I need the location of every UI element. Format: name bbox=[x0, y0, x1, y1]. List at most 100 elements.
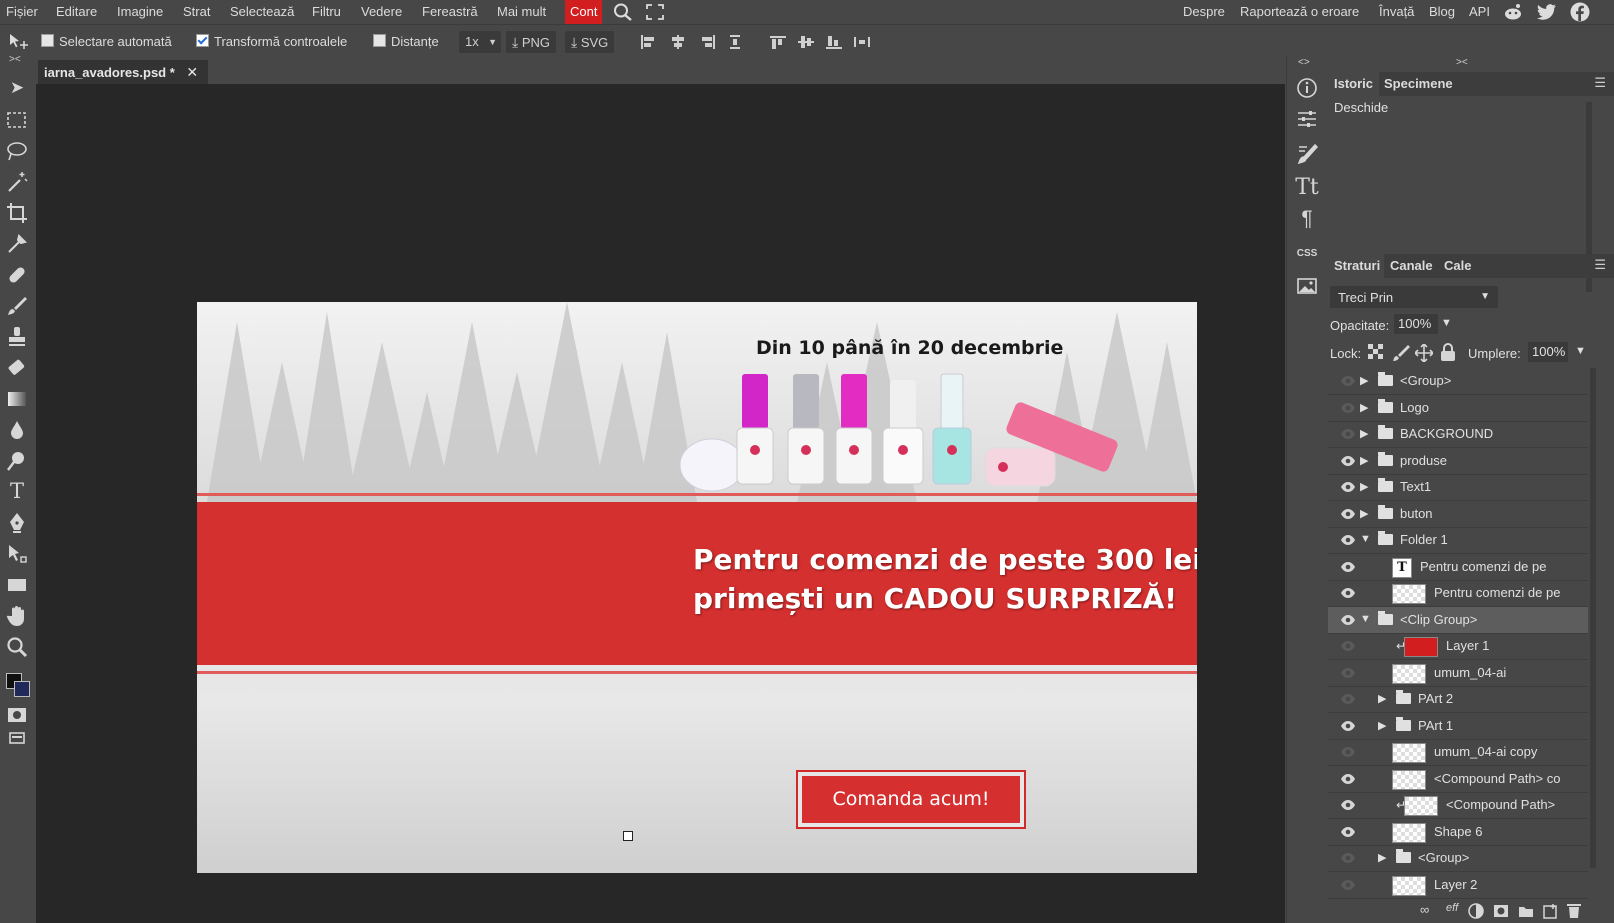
link-api[interactable]: API bbox=[1469, 0, 1490, 24]
layer-row[interactable]: ▶ Logo bbox=[1328, 395, 1588, 422]
chevron-down-icon[interactable]: ▼ bbox=[1360, 613, 1371, 625]
blur-tool-icon[interactable] bbox=[5, 418, 29, 442]
layer-row[interactable]: ▶ produse bbox=[1328, 448, 1588, 475]
tab-layers[interactable]: Straturi bbox=[1328, 254, 1384, 278]
visibility-eye-icon[interactable] bbox=[1340, 455, 1356, 467]
distribute-horizontal-icon[interactable] bbox=[854, 35, 870, 49]
visibility-eye-icon[interactable] bbox=[1340, 720, 1356, 732]
chevron-right-icon[interactable]: ▶ bbox=[1360, 454, 1368, 467]
zoom-tool-icon[interactable] bbox=[5, 635, 29, 659]
layer-row[interactable]: ↵ Layer 1 bbox=[1328, 633, 1588, 660]
visibility-eye-icon[interactable] bbox=[1340, 561, 1356, 573]
eraser-tool-icon[interactable] bbox=[5, 356, 29, 380]
search-icon[interactable] bbox=[613, 3, 633, 21]
layer-row[interactable]: ▶ buton bbox=[1328, 501, 1588, 528]
visibility-eye-icon[interactable] bbox=[1340, 508, 1356, 520]
layer-row[interactable]: ▶ <Group> bbox=[1328, 845, 1588, 872]
align-left-icon[interactable] bbox=[640, 35, 656, 49]
paragraph-icon[interactable]: ¶ bbox=[1295, 207, 1319, 231]
new-folder-icon[interactable] bbox=[1518, 903, 1534, 919]
fill-input[interactable]: 100% bbox=[1528, 342, 1568, 362]
quick-mask-icon[interactable] bbox=[5, 703, 29, 727]
chevron-right-icon[interactable]: ▶ bbox=[1360, 427, 1368, 440]
cta-button[interactable]: Comanda acum! bbox=[796, 770, 1026, 829]
history-item-open[interactable]: Deschide bbox=[1334, 100, 1388, 115]
align-right-icon[interactable] bbox=[700, 35, 716, 49]
css-icon[interactable]: CSS bbox=[1295, 242, 1319, 266]
menu-filter[interactable]: Filtru bbox=[312, 0, 341, 24]
menu-edit[interactable]: Editare bbox=[56, 0, 97, 24]
layer-row[interactable]: T Pentru comenzi de pe bbox=[1328, 554, 1588, 581]
layer-mask-icon[interactable] bbox=[1493, 903, 1509, 919]
tab-history[interactable]: Istoric bbox=[1328, 72, 1380, 96]
adjustments-icon[interactable] bbox=[1295, 107, 1319, 131]
blend-mode-select[interactable]: Treci Prin ▼ bbox=[1330, 286, 1498, 308]
visibility-eye-icon[interactable] bbox=[1340, 402, 1356, 414]
visibility-eye-icon[interactable] bbox=[1340, 773, 1356, 785]
visibility-eye-icon[interactable] bbox=[1340, 667, 1356, 679]
transform-handle[interactable] bbox=[623, 831, 633, 841]
crop-tool-icon[interactable] bbox=[5, 201, 29, 225]
layer-row[interactable]: Shape 6 bbox=[1328, 819, 1588, 846]
tab-channels[interactable]: Canale bbox=[1384, 254, 1439, 278]
link-learn[interactable]: Învață bbox=[1379, 0, 1414, 24]
visibility-eye-icon[interactable] bbox=[1340, 799, 1356, 811]
visibility-eye-icon[interactable] bbox=[1340, 375, 1356, 387]
image-icon[interactable] bbox=[1295, 274, 1319, 298]
background-color-swatch[interactable] bbox=[14, 681, 30, 697]
panel-menu-icon[interactable]: ☰ bbox=[1594, 75, 1606, 91]
layer-row[interactable]: umum_04-ai copy bbox=[1328, 739, 1588, 766]
lasso-tool-icon[interactable] bbox=[5, 139, 29, 163]
transform-controls-checkbox[interactable] bbox=[196, 34, 209, 47]
visibility-eye-icon[interactable] bbox=[1340, 879, 1356, 891]
zoom-select[interactable]: 1x ▼ bbox=[459, 31, 501, 53]
layer-row[interactable]: umum_04-ai bbox=[1328, 660, 1588, 687]
collapse-arrows-icon[interactable]: >< bbox=[9, 54, 21, 65]
chevron-right-icon[interactable]: ▶ bbox=[1378, 719, 1386, 732]
layer-row[interactable]: ▶ PArt 2 bbox=[1328, 686, 1588, 713]
tab-paths[interactable]: Cale bbox=[1438, 254, 1477, 278]
menu-view[interactable]: Vedere bbox=[361, 0, 402, 24]
dodge-tool-icon[interactable] bbox=[5, 449, 29, 473]
panel-menu-icon[interactable]: ☰ bbox=[1594, 257, 1606, 273]
lock-pixels-icon[interactable] bbox=[1392, 344, 1410, 362]
align-center-icon[interactable] bbox=[670, 35, 686, 49]
brush-settings-icon[interactable] bbox=[1295, 142, 1319, 166]
eyedropper-icon[interactable] bbox=[5, 232, 29, 256]
visibility-eye-icon[interactable] bbox=[1340, 614, 1356, 626]
menu-image[interactable]: Imagine bbox=[117, 0, 163, 24]
layer-row[interactable]: ↵ <Compound Path> bbox=[1328, 792, 1588, 819]
chevron-right-icon[interactable]: ▶ bbox=[1378, 851, 1386, 864]
layers-scrollbar[interactable] bbox=[1590, 368, 1596, 868]
menu-layer[interactable]: Strat bbox=[183, 0, 210, 24]
screen-mode-icon[interactable] bbox=[5, 726, 29, 750]
chevron-right-icon[interactable]: ▶ bbox=[1360, 480, 1368, 493]
visibility-eye-icon[interactable] bbox=[1340, 587, 1356, 599]
character-icon[interactable]: Tt bbox=[1295, 176, 1319, 200]
rectangle-tool-icon[interactable] bbox=[5, 573, 29, 597]
visibility-eye-icon[interactable] bbox=[1340, 481, 1356, 493]
chevron-right-icon[interactable]: ▶ bbox=[1360, 401, 1368, 414]
export-png-button[interactable]: ⤓ PNG bbox=[506, 31, 556, 53]
banner-canvas[interactable]: Din 10 până în 20 decembrie Pentru comen… bbox=[197, 302, 1197, 873]
layer-row[interactable]: <Compound Path> co bbox=[1328, 766, 1588, 793]
align-middle-icon[interactable] bbox=[798, 35, 814, 49]
auto-select-option[interactable]: Selectare automată bbox=[41, 33, 172, 51]
close-icon[interactable]: ✕ bbox=[186, 64, 198, 80]
visibility-eye-icon[interactable] bbox=[1340, 852, 1356, 864]
layer-row[interactable]: ▶ Text1 bbox=[1328, 474, 1588, 501]
layer-row[interactable]: ▶ <Group> bbox=[1328, 368, 1588, 395]
menu-window[interactable]: Fereastră bbox=[422, 0, 478, 24]
marquee-tool-icon[interactable] bbox=[5, 108, 29, 132]
pen-tool-icon[interactable] bbox=[5, 511, 29, 535]
move-tool-icon[interactable]: ➤ bbox=[5, 76, 29, 100]
magic-wand-icon[interactable] bbox=[5, 170, 29, 194]
opacity-input[interactable]: 100% bbox=[1394, 314, 1438, 334]
layer-row[interactable]: ▶ PArt 1 bbox=[1328, 713, 1588, 740]
info-icon[interactable] bbox=[1295, 76, 1319, 100]
delete-layer-icon[interactable] bbox=[1566, 902, 1582, 919]
path-select-icon[interactable] bbox=[5, 542, 29, 566]
hand-tool-icon[interactable] bbox=[5, 604, 29, 628]
link-blog[interactable]: Blog bbox=[1429, 0, 1455, 24]
menu-more[interactable]: Mai mult bbox=[497, 0, 546, 24]
